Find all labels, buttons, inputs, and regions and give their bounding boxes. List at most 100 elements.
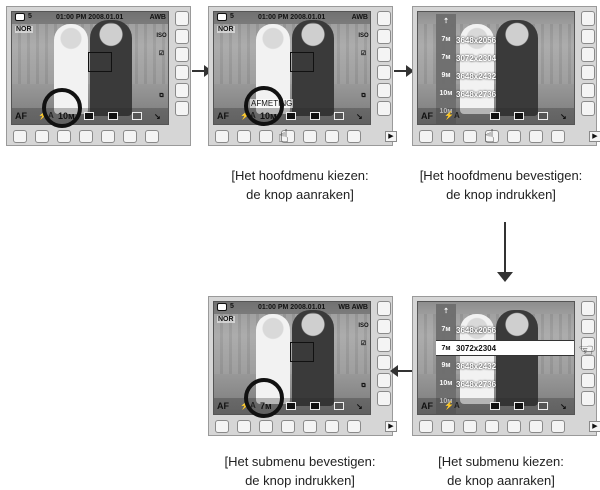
side-button[interactable] [175, 29, 189, 44]
settings-icon[interactable]: ↘ [356, 112, 364, 121]
side-button[interactable] [581, 29, 595, 44]
side-button[interactable] [377, 101, 391, 116]
bottom-button[interactable] [215, 130, 229, 143]
bottom-button[interactable] [13, 130, 27, 143]
play-button[interactable]: ▶ [385, 421, 397, 432]
bottom-button[interactable] [259, 420, 273, 433]
metering-icon[interactable] [310, 402, 320, 410]
menu-item-icon[interactable]: 10м [436, 376, 456, 392]
bottom-button[interactable] [281, 420, 295, 433]
quality-icon[interactable] [84, 112, 94, 120]
quality-icon[interactable] [286, 402, 296, 410]
bottom-button[interactable] [347, 130, 361, 143]
size-option[interactable]: 3648x2736 [456, 380, 496, 389]
metering-icon[interactable] [514, 112, 524, 120]
effect-icon[interactable] [334, 402, 344, 410]
metering-icon[interactable] [310, 112, 320, 120]
settings-icon[interactable]: ↘ [154, 112, 162, 121]
quality-icon[interactable] [286, 112, 296, 120]
menu-item-icon[interactable]: 7м [436, 32, 456, 48]
bottom-button[interactable] [237, 130, 251, 143]
side-button[interactable] [377, 65, 391, 80]
bottom-button[interactable] [303, 130, 317, 143]
menu-item-icon[interactable]: 7м [436, 50, 456, 66]
size-option[interactable]: 3648x2432 [456, 72, 496, 81]
bottom-button[interactable] [35, 130, 49, 143]
bottom-button[interactable] [441, 130, 455, 143]
size-option[interactable]: 3648x2432 [456, 362, 496, 371]
side-button[interactable] [581, 11, 595, 26]
bottom-button[interactable] [507, 130, 521, 143]
side-button[interactable] [581, 65, 595, 80]
bottom-button[interactable] [507, 420, 521, 433]
bottom-button[interactable] [419, 130, 433, 143]
side-button[interactable] [377, 355, 391, 370]
bottom-button[interactable] [215, 420, 229, 433]
side-button[interactable] [581, 391, 595, 406]
effect-icon[interactable] [132, 112, 142, 120]
bottom-button[interactable] [463, 420, 477, 433]
menu-item-icon[interactable]: 7м [436, 341, 456, 357]
side-button[interactable] [377, 47, 391, 62]
bottom-button[interactable] [485, 420, 499, 433]
bottom-button[interactable] [419, 420, 433, 433]
bottom-button[interactable] [145, 130, 159, 143]
quality-icon[interactable] [490, 402, 500, 410]
bottom-button[interactable] [101, 130, 115, 143]
selected-menu-row[interactable]: 7м 3072x2304 [436, 340, 574, 357]
bottom-button[interactable] [347, 420, 361, 433]
side-button[interactable] [377, 337, 391, 352]
bottom-button[interactable] [79, 130, 93, 143]
quality-icon[interactable] [490, 112, 500, 120]
size-option[interactable]: 3072x2304 [456, 54, 496, 63]
side-button[interactable] [175, 83, 189, 98]
side-button[interactable] [377, 83, 391, 98]
side-button[interactable] [377, 319, 391, 334]
bottom-button[interactable] [441, 420, 455, 433]
size-option-selected[interactable]: 3072x2304 [456, 344, 496, 353]
menu-item-icon[interactable]: ⇡ [436, 14, 456, 30]
side-button[interactable] [581, 301, 595, 316]
bottom-button[interactable] [237, 420, 251, 433]
size-option[interactable]: 3648x2056 [456, 36, 496, 45]
bottom-button[interactable] [325, 130, 339, 143]
settings-icon[interactable]: ↘ [356, 402, 364, 411]
settings-icon[interactable]: ↘ [560, 112, 568, 121]
menu-item-icon[interactable]: 7м [436, 322, 456, 338]
bottom-button[interactable] [303, 420, 317, 433]
bottom-button[interactable] [551, 130, 565, 143]
side-button[interactable] [581, 319, 595, 334]
bottom-button[interactable] [551, 420, 565, 433]
side-button[interactable] [175, 101, 189, 116]
size-option[interactable]: 3648x2736 [456, 90, 496, 99]
side-button[interactable] [581, 101, 595, 116]
settings-icon[interactable]: ↘ [560, 402, 568, 411]
bottom-button[interactable] [123, 130, 137, 143]
metering-icon[interactable] [108, 112, 118, 120]
side-button[interactable] [581, 373, 595, 388]
side-button[interactable] [175, 65, 189, 80]
side-button[interactable] [377, 301, 391, 316]
side-button[interactable] [581, 47, 595, 62]
side-button[interactable] [377, 11, 391, 26]
bottom-button[interactable] [325, 420, 339, 433]
menu-item-icon[interactable]: 9м [436, 68, 456, 84]
menu-item-icon[interactable]: 10м [436, 86, 456, 102]
menu-item-icon[interactable]: ⇡ [436, 304, 456, 320]
side-button[interactable] [377, 29, 391, 44]
menu-item-icon[interactable]: 9м [436, 358, 456, 374]
side-button[interactable] [581, 83, 595, 98]
play-button[interactable]: ▶ [385, 131, 397, 142]
side-button[interactable] [175, 11, 189, 26]
effect-icon[interactable] [538, 402, 548, 410]
size-option[interactable]: 3648x2056 [456, 326, 496, 335]
side-button[interactable] [175, 47, 189, 62]
side-button[interactable] [377, 373, 391, 388]
effect-icon[interactable] [334, 112, 344, 120]
bottom-button[interactable] [57, 130, 71, 143]
play-button[interactable]: ▶ [589, 131, 600, 142]
bottom-button[interactable] [259, 130, 273, 143]
effect-icon[interactable] [538, 112, 548, 120]
bottom-button[interactable] [529, 130, 543, 143]
metering-icon[interactable] [514, 402, 524, 410]
